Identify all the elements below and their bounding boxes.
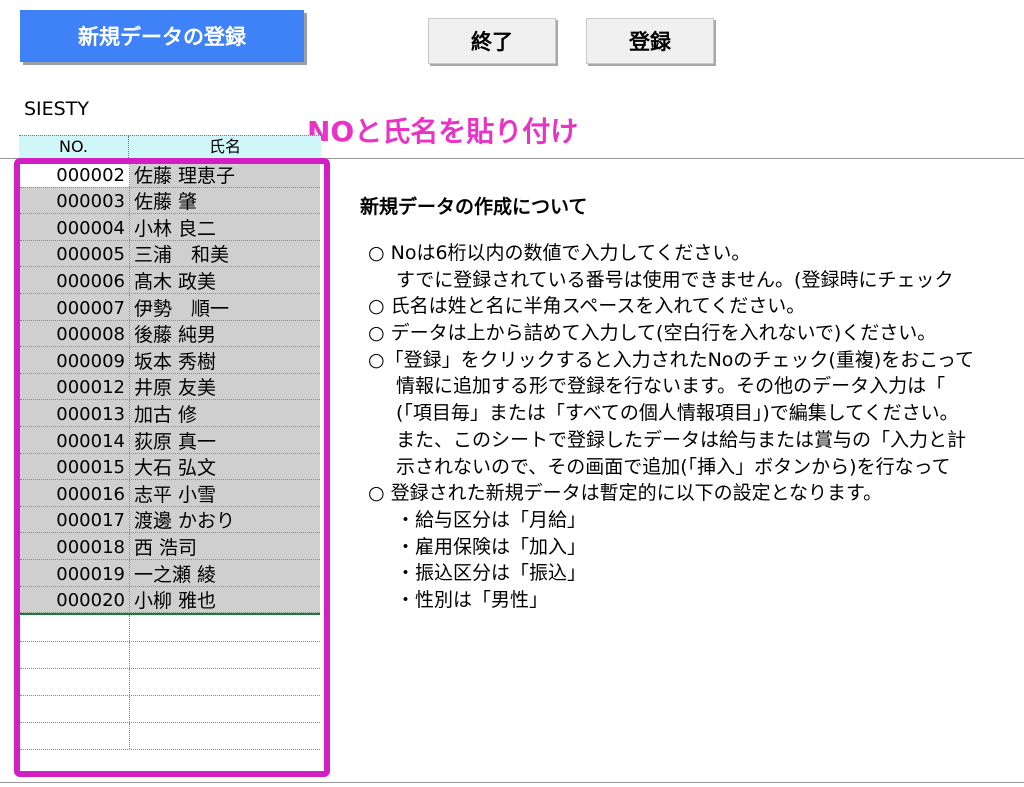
info-line: ○ データは上から詰めて入力して(空白行を入れないで)ください。 xyxy=(368,322,937,345)
cell-name[interactable]: 後藤 純男 xyxy=(130,324,320,346)
info-title: 新規データの作成について xyxy=(360,196,588,218)
info-line: ・振込区分は「振込」 xyxy=(396,562,587,585)
cell-no[interactable]: 000004 xyxy=(20,214,130,240)
cell-no[interactable]: 000005 xyxy=(20,240,130,267)
table-row[interactable]: 000018 西 浩司 xyxy=(20,533,320,560)
cell-no[interactable]: 000018 xyxy=(20,533,130,559)
info-line: ○ 登録された新規データは暫定的に以下の設定となります。 xyxy=(368,482,883,505)
cell-no[interactable]: 000012 xyxy=(20,373,130,400)
cell-no[interactable]: 000009 xyxy=(20,347,130,373)
cell-no[interactable]: 000017 xyxy=(20,506,130,533)
cell-no[interactable]: 000007 xyxy=(20,293,130,320)
cell-name[interactable]: 髙木 政美 xyxy=(130,271,320,293)
cell-no[interactable]: 000002 xyxy=(20,161,130,187)
empty-row[interactable] xyxy=(20,669,320,697)
header-no: NO. xyxy=(19,136,129,158)
table-row[interactable]: 000006 髙木 政美 xyxy=(20,267,320,294)
empty-row[interactable] xyxy=(20,723,320,751)
info-line: ・雇用保険は「加入」 xyxy=(396,535,587,558)
cell-name[interactable]: 小林 良二 xyxy=(130,218,320,240)
info-line: ○ 氏名は姓と名に半角スペースを入れてください。 xyxy=(368,295,806,318)
table-row[interactable]: 000013 加古 修 xyxy=(20,400,320,427)
empty-row[interactable] xyxy=(20,696,320,724)
table-row[interactable]: 000016 志平 小雪 xyxy=(20,480,320,507)
cell-name[interactable]: 小柳 雅也 xyxy=(130,590,320,612)
info-line: (「項目毎」または「すべての個人情報項目」)で編集してください。 xyxy=(396,402,959,425)
table-row[interactable]: 000017 渡邊 かおり xyxy=(20,506,320,534)
empty-row[interactable] xyxy=(20,642,320,670)
company-name: SIESTY xyxy=(24,98,89,120)
info-line: ・性別は「男性」 xyxy=(396,588,549,611)
cell-name[interactable]: 西 浩司 xyxy=(130,537,320,559)
info-line: 示されないので、その画面で追加(「挿入」ボタンから)を行なって xyxy=(396,455,951,478)
cell-no[interactable] xyxy=(20,615,130,642)
info-line: 情報に追加する形で登録を行ないます。その他のデータ入力は「 xyxy=(396,375,946,398)
cell-no[interactable] xyxy=(20,696,130,723)
cell-no[interactable]: 000006 xyxy=(20,267,130,293)
cell-no[interactable] xyxy=(20,642,130,669)
cell-name[interactable]: 一之瀬 綾 xyxy=(130,564,320,586)
cell-no[interactable]: 000019 xyxy=(20,559,130,586)
table-row[interactable]: 000012 井原 友美 xyxy=(20,373,320,401)
table-row[interactable]: 000014 荻原 真一 xyxy=(20,426,320,454)
empty-row[interactable] xyxy=(20,615,320,643)
header-name: 氏名 xyxy=(208,137,241,156)
cell-no[interactable]: 000020 xyxy=(20,586,130,613)
new-data-register-button[interactable]: 新規データの登録 xyxy=(20,10,304,62)
cell-name[interactable]: 荻原 真一 xyxy=(130,431,320,453)
paste-annotation: NOと氏名を貼り付け xyxy=(307,115,579,148)
cell-name[interactable]: 佐藤 理恵子 xyxy=(130,165,320,187)
cell-name[interactable]: 渡邊 かおり xyxy=(130,510,320,532)
table-row[interactable]: 000019 一之瀬 綾 xyxy=(20,559,320,587)
register-button[interactable]: 登録 xyxy=(586,18,714,64)
table-row[interactable]: 000003 佐藤 肇 xyxy=(20,187,320,215)
table-row[interactable]: 000020 小柳 雅也 xyxy=(20,586,320,614)
cell-name[interactable]: 坂本 秀樹 xyxy=(130,351,320,373)
info-line: ・給与区分は「月給」 xyxy=(396,508,587,531)
info-line: すでに登録されている番号は使用できません。(登録時にチェック xyxy=(396,268,954,291)
table-row[interactable]: 000002 佐藤 理恵子 xyxy=(20,161,320,188)
cell-no[interactable]: 000003 xyxy=(20,187,130,214)
cell-no[interactable]: 000014 xyxy=(20,426,130,453)
exit-button[interactable]: 終了 xyxy=(428,18,556,64)
employee-table: 000002 佐藤 理恵子 000003 佐藤 肇 000004 小林 良二 0… xyxy=(20,161,320,751)
info-line: ○「登録」をクリックすると入力されたNoのチェック(重複)をおこって xyxy=(368,348,974,371)
info-line: ○ Noは6桁以内の数値で入力してください。 xyxy=(368,242,751,264)
cell-name[interactable]: 加古 修 xyxy=(130,404,320,426)
info-text: ○ Noは6桁以内の数値で入力してください。 すでに登録されている番号は使用でき… xyxy=(368,240,1024,614)
cell-name[interactable]: 伊勢 順一 xyxy=(130,298,320,320)
cell-no[interactable] xyxy=(20,669,130,696)
table-row[interactable]: 000015 大石 弘文 xyxy=(20,453,320,481)
table-row[interactable]: 000007 伊勢 順一 xyxy=(20,293,320,321)
info-line: また、このシートで登録したデータは給与または賞与の「入力と計 xyxy=(396,428,967,451)
table-row[interactable]: 000008 後藤 純男 xyxy=(20,320,320,348)
cell-name[interactable]: 大石 弘文 xyxy=(130,457,320,479)
cell-no[interactable]: 000016 xyxy=(20,480,130,506)
cell-name[interactable]: 三浦 和美 xyxy=(130,244,320,266)
sheet-divider-bottom xyxy=(0,782,1024,783)
cell-name[interactable]: 志平 小雪 xyxy=(130,484,320,506)
cell-name[interactable]: 佐藤 肇 xyxy=(130,191,320,213)
table-row[interactable]: 000009 坂本 秀樹 xyxy=(20,347,320,374)
cell-no[interactable]: 000008 xyxy=(20,320,130,347)
table-header: NO. 氏名 xyxy=(19,135,321,159)
cell-no[interactable]: 000015 xyxy=(20,453,130,480)
table-row[interactable]: 000004 小林 良二 xyxy=(20,214,320,241)
cell-no[interactable] xyxy=(20,723,130,750)
cell-no[interactable]: 000013 xyxy=(20,400,130,426)
cell-name[interactable]: 井原 友美 xyxy=(130,377,320,399)
table-row[interactable]: 000005 三浦 和美 xyxy=(20,240,320,268)
